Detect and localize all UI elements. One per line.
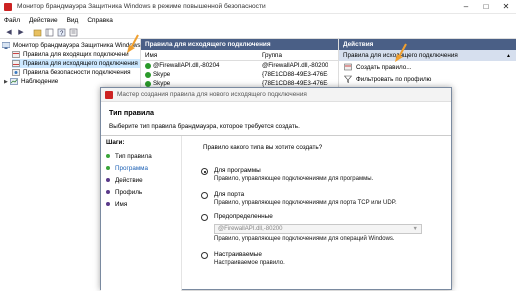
- tree-item-label: Наблюдение: [21, 78, 59, 85]
- option-label: Настраиваемые: [214, 251, 262, 258]
- action-label: Фильтровать по профилю: [356, 75, 432, 83]
- window-title: Монитор брандмауэра Защитника Windows в …: [17, 3, 266, 10]
- wizard-title-bar: Мастер создания правила для нового исход…: [101, 88, 451, 102]
- step-rule-type[interactable]: Тип правила: [101, 150, 181, 162]
- menu-action[interactable]: Действие: [29, 17, 58, 24]
- steps-title: Шаги:: [106, 139, 125, 146]
- tree-item-label: Правила для входящих подключени: [23, 51, 129, 58]
- combo-value: @FirewallAPI.dll,-80200: [218, 226, 283, 232]
- annotation-arrow-icon: [395, 43, 407, 62]
- connection-security-icon: [12, 69, 20, 76]
- wizard-steps: Шаги: Тип правила Программа Действие Про…: [101, 136, 182, 291]
- step-dot-icon: [106, 166, 110, 170]
- step-active-dot-icon: [106, 154, 110, 158]
- enabled-check-icon: [145, 80, 151, 87]
- chevron-down-icon[interactable]: ▼: [413, 226, 418, 232]
- inbound-rules-icon: [12, 51, 20, 58]
- enabled-check-icon: [145, 62, 151, 69]
- wizard-subheading: Выберите тип правила брандмауэра, которо…: [109, 123, 300, 130]
- firewall-monitor-icon: [2, 42, 10, 49]
- help-icon[interactable]: ?: [56, 27, 66, 37]
- tree-item-label: Правила для исходящего подключения: [23, 60, 138, 67]
- rule-group: {78E1CD88-49E3-476E-B: [262, 71, 328, 78]
- action-label: Создать правило...: [356, 63, 412, 71]
- step-label: Профиль: [115, 188, 143, 196]
- step-name[interactable]: Имя: [101, 198, 181, 210]
- step-label: Имя: [115, 200, 128, 208]
- option-description: Правило, управляющее подключениями для о…: [214, 236, 395, 242]
- option-description: Настраиваемое правило.: [214, 260, 285, 266]
- step-profile[interactable]: Профиль: [101, 186, 181, 198]
- option-description: Правило, управляющее подключениями для п…: [214, 176, 374, 182]
- step-label: Действие: [115, 176, 143, 184]
- tree-item-connection-security-rules[interactable]: Правила безопасности подключения: [12, 68, 131, 77]
- actions-header: Действия: [339, 39, 516, 50]
- radio-predefined[interactable]: [201, 214, 208, 221]
- radio-port[interactable]: [201, 192, 208, 199]
- step-label: Тип правила: [115, 152, 152, 160]
- toolbar: ◀ ▶ ?: [0, 26, 516, 39]
- minimize-button[interactable]: –: [458, 0, 474, 14]
- annotation-arrow-icon: [127, 34, 139, 53]
- tree-item-label: Правила безопасности подключения: [23, 69, 131, 76]
- up-icon[interactable]: [32, 27, 42, 37]
- rule-name: Skype: [153, 71, 171, 78]
- step-program[interactable]: Программа: [101, 162, 181, 174]
- enabled-check-icon: [145, 71, 151, 78]
- firewall-app-icon: [4, 2, 12, 11]
- outbound-rules-icon: [12, 60, 20, 67]
- step-dot-icon: [106, 202, 110, 206]
- new-rule-icon: [344, 63, 352, 71]
- wizard-header: Тип правила Выберите тип правила брандма…: [101, 102, 451, 136]
- radio-custom[interactable]: [201, 252, 208, 259]
- wizard-content: Правило какого типа вы хотите создать? Д…: [191, 136, 453, 291]
- wizard-app-icon: [105, 90, 113, 99]
- rule-group: {78E1CD88-49E3-476E-B: [262, 80, 328, 87]
- properties-icon[interactable]: [68, 27, 78, 37]
- menu-help[interactable]: Справка: [87, 17, 113, 24]
- tree-item-outbound-rules[interactable]: Правила для исходящего подключения: [12, 59, 140, 68]
- action-filter-by-profile[interactable]: Фильтровать по профилю: [339, 73, 516, 85]
- rule-name: Skype: [153, 80, 171, 87]
- rules-pane-header: Правила для исходящего подключения: [141, 39, 338, 50]
- filter-icon: [344, 75, 352, 83]
- step-dot-icon: [106, 178, 110, 182]
- step-action[interactable]: Действие: [101, 174, 181, 186]
- rule-group: @FirewallAPI.dll,-80200: [262, 62, 328, 69]
- tree-item-inbound-rules[interactable]: Правила для входящих подключени: [12, 50, 129, 59]
- show-tree-icon[interactable]: [44, 27, 54, 37]
- close-button[interactable]: ✕: [498, 0, 514, 14]
- menu-file[interactable]: Файл: [4, 17, 20, 24]
- collapse-arrow-icon[interactable]: ▲: [506, 53, 511, 59]
- option-label: Предопределенные: [214, 213, 273, 220]
- title-bar: Монитор брандмауэра Защитника Windows в …: [0, 0, 516, 14]
- table-row[interactable]: @FirewallAPI.dll,-80204 @FirewallAPI.dll…: [141, 61, 338, 70]
- wizard-title: Мастер создания правила для нового исход…: [117, 91, 307, 98]
- menu-bar: Файл Действие Вид Справка: [0, 14, 516, 26]
- action-new-rule[interactable]: Создать правило...: [339, 61, 516, 73]
- new-rule-wizard-dialog: Мастер создания правила для нового исход…: [100, 87, 453, 291]
- wizard-heading: Тип правила: [109, 108, 155, 117]
- rule-type-question: Правило какого типа вы хотите создать?: [203, 144, 323, 151]
- option-description: Правило, управляющее подключениями для п…: [214, 200, 397, 206]
- column-name-header[interactable]: Имя: [141, 52, 262, 59]
- step-label: Программа: [115, 164, 148, 172]
- column-group-header[interactable]: Группа: [262, 52, 328, 59]
- forward-icon[interactable]: ▶: [16, 27, 26, 37]
- maximize-button[interactable]: □: [478, 0, 494, 14]
- rule-name: @FirewallAPI.dll,-80204: [153, 62, 220, 69]
- back-icon[interactable]: ◀: [4, 27, 14, 37]
- rules-column-headers: Имя Группа: [141, 50, 338, 61]
- step-dot-icon: [106, 190, 110, 194]
- radio-program[interactable]: [201, 168, 208, 175]
- option-label: Для порта: [214, 191, 245, 198]
- option-label: Для программы: [214, 167, 261, 174]
- table-row[interactable]: Skype {78E1CD88-49E3-476E-B: [141, 70, 338, 79]
- monitoring-icon: [10, 78, 18, 85]
- menu-view[interactable]: Вид: [67, 17, 79, 24]
- predefined-rules-combo[interactable]: @FirewallAPI.dll,-80200 ▼: [214, 224, 422, 234]
- actions-section-outbound[interactable]: Правила для исходящего подключения ▲: [339, 50, 516, 61]
- tree-item-monitoring[interactable]: ▶ Наблюдение: [4, 77, 58, 86]
